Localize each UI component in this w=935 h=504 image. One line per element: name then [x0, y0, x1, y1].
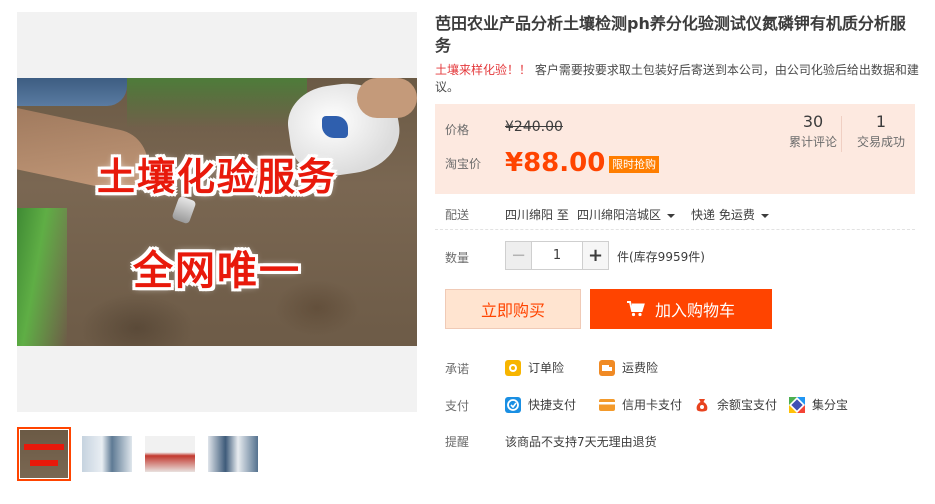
- thumbnail-1[interactable]: [17, 427, 71, 481]
- buy-now-button[interactable]: 立即购买: [445, 289, 581, 329]
- photo-grass-top: [127, 78, 307, 128]
- chevron-down-icon: [760, 213, 769, 218]
- photo-jeans: [17, 78, 127, 106]
- order-insurance-icon: [505, 359, 521, 376]
- thumbnail-4[interactable]: [206, 427, 260, 481]
- thumbnail-image: [208, 436, 258, 472]
- thumbnail-strip: [17, 427, 277, 481]
- yuebao-icon: [696, 398, 708, 411]
- jifenbao-label: 集分宝: [812, 398, 849, 412]
- shipping-insurance[interactable]: 运费险: [599, 359, 658, 376]
- add-to-cart-label: 加入购物车: [654, 301, 735, 320]
- photo-bag-logo: [322, 116, 348, 138]
- yuebao-pay-label: 余额宝支付: [717, 398, 778, 412]
- quantity-decrease-button[interactable]: −: [506, 242, 532, 269]
- shipping-method: 快递 免运费: [691, 208, 755, 222]
- quantity-stepper: − 1 +: [505, 241, 609, 270]
- thumbnail-image: [145, 436, 195, 472]
- shipping-label: 配送: [445, 208, 470, 222]
- thumbnail-image: [82, 436, 132, 472]
- thumbnail-3[interactable]: [143, 427, 197, 481]
- product-subtitle: 土壤来样化验！！ 客户需要按要求取土包装好后寄送到本公司，由公司化验后给出数据和…: [435, 62, 920, 96]
- price-panel: 价格 ¥240.00 淘宝价 ¥88.00 限时抢购 30 累计评论 1 交易成…: [435, 104, 915, 194]
- thumbnail-image: [20, 430, 68, 478]
- shipping-insurance-icon: [599, 359, 615, 376]
- promise-label: 承诺: [445, 362, 470, 376]
- review-count-stat[interactable]: 30 累计评论: [785, 112, 841, 152]
- promo-price-label: 淘宝价: [445, 157, 482, 171]
- reminder-label: 提醒: [445, 435, 470, 449]
- quick-pay-label: 快捷支付: [528, 398, 577, 412]
- original-price-label: 价格: [445, 123, 470, 137]
- jifenbao[interactable]: 集分宝: [789, 396, 848, 413]
- order-insurance[interactable]: 订单险: [505, 359, 564, 376]
- original-price: ¥240.00: [505, 119, 563, 135]
- shipping-destination-select[interactable]: 四川绵阳涪城区: [577, 206, 676, 223]
- sales-count-caption: 交易成功: [856, 135, 905, 149]
- cart-icon: [626, 301, 645, 317]
- quantity-label: 数量: [445, 251, 470, 265]
- review-count-caption: 累计评论: [788, 135, 837, 149]
- image-banner-line1: 土壤化验服务: [96, 155, 337, 199]
- sales-count-stat[interactable]: 1 交易成功: [849, 112, 913, 152]
- sales-count: 1: [875, 112, 887, 131]
- order-insurance-label: 订单险: [528, 361, 565, 375]
- promo-price: ¥88.00: [505, 148, 606, 178]
- product-title: 芭田农业产品分析土壤检测ph养分化验测试仪氮磷钾有机质分析服务: [435, 14, 906, 55]
- stock-info: 件(库存9959件): [617, 250, 705, 264]
- payment-label: 支付: [445, 399, 470, 413]
- quantity-increase-button[interactable]: +: [582, 242, 608, 269]
- photo-hand: [357, 78, 417, 118]
- yuebao-pay[interactable]: 余额宝支付: [694, 396, 777, 413]
- credit-card-pay[interactable]: 信用卡支付: [599, 396, 682, 413]
- shipping-insurance-label: 运费险: [622, 361, 659, 375]
- shipping-method-select[interactable]: 快递 免运费: [691, 206, 769, 223]
- quick-pay-icon: [505, 396, 521, 413]
- thumbnail-2[interactable]: [80, 427, 134, 481]
- shipping-destination: 四川绵阳涪城区: [577, 208, 662, 222]
- promo-badge: 限时抢购: [609, 156, 659, 173]
- review-count: 30: [802, 112, 824, 131]
- main-product-image[interactable]: 土壤化验服务 全网唯一: [17, 78, 417, 346]
- add-to-cart-button[interactable]: 加入购物车: [590, 289, 772, 329]
- credit-card-pay-label: 信用卡支付: [622, 398, 683, 412]
- image-banner-line2: 全网唯一: [133, 248, 301, 294]
- stat-divider: [841, 116, 842, 152]
- chevron-down-icon: [667, 213, 676, 218]
- quick-pay[interactable]: 快捷支付: [505, 396, 576, 413]
- credit-card-icon: [599, 398, 615, 411]
- quantity-input[interactable]: 1: [532, 242, 582, 269]
- divider: [435, 229, 915, 230]
- subtitle-alert: 土壤来样化验！！: [435, 63, 532, 77]
- product-gallery: 土壤化验服务 全网唯一: [17, 12, 417, 412]
- shipping-from: 四川绵阳 至: [505, 208, 569, 222]
- reminder-text: 该商品不支持7天无理由退货: [505, 435, 657, 449]
- jifenbao-icon: [789, 396, 805, 413]
